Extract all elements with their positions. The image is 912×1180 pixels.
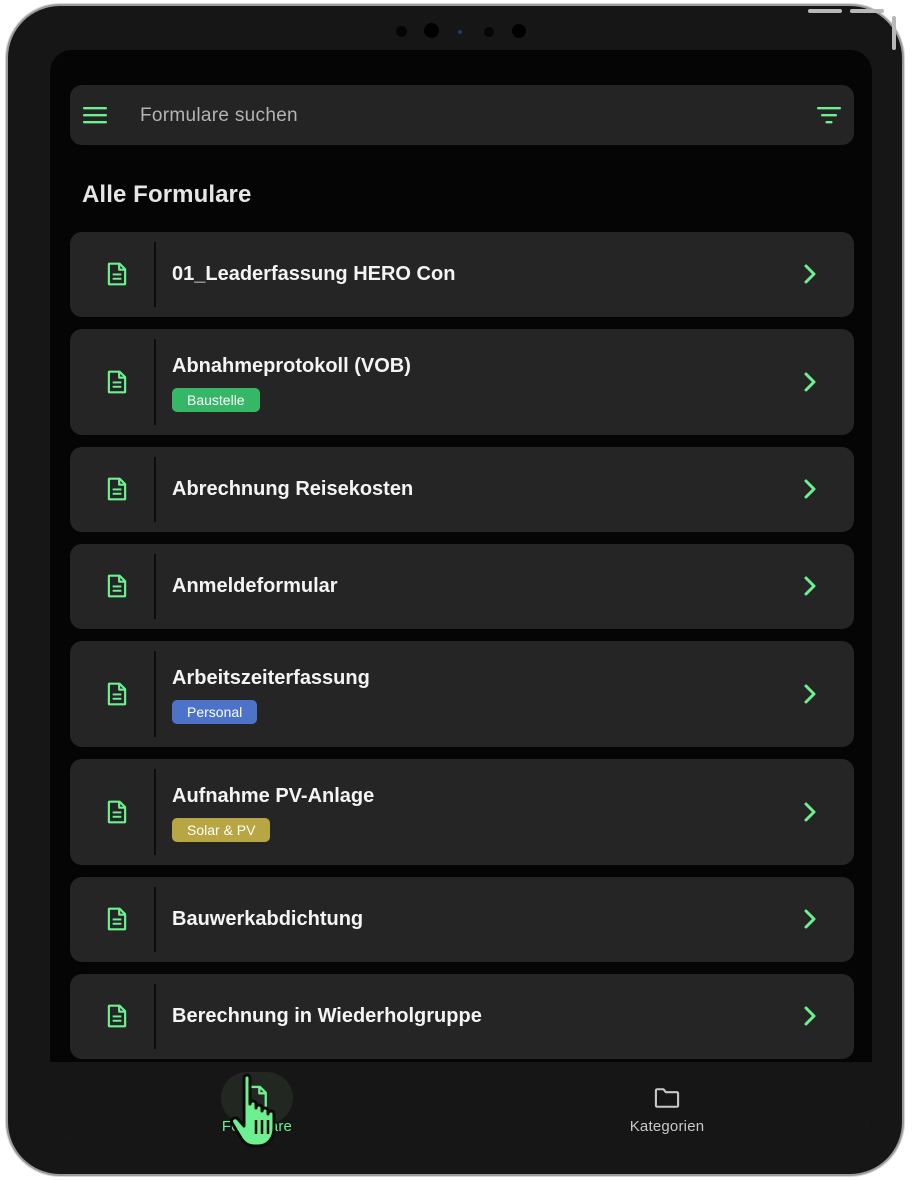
search-input[interactable] bbox=[138, 100, 742, 132]
form-title: Aufnahme PV-Anlage bbox=[172, 785, 375, 807]
document-icon bbox=[107, 370, 127, 394]
nav-label: Kategorien bbox=[629, 1118, 705, 1135]
device-button bbox=[850, 9, 884, 13]
divider bbox=[154, 457, 156, 522]
document-icon bbox=[107, 477, 127, 501]
filter-icon[interactable] bbox=[816, 103, 842, 127]
form-list-item[interactable]: Arbeitszeiterfassung Personal bbox=[70, 641, 854, 747]
document-icon bbox=[107, 262, 127, 286]
document-icon bbox=[107, 800, 127, 824]
document-icon bbox=[107, 574, 127, 598]
folder-icon bbox=[654, 1088, 680, 1108]
chevron-right-icon bbox=[804, 802, 816, 822]
form-list-item[interactable]: Abnahmeprotokoll (VOB) Baustelle bbox=[70, 329, 854, 435]
tablet-frame: Alle Formulare 01_Leaderfassung HERO Con bbox=[8, 6, 902, 1174]
nav-item-kategorien[interactable]: Kategorien bbox=[567, 1072, 767, 1142]
form-title: Berechnung in Wiederholgruppe bbox=[172, 1005, 482, 1027]
category-tag: Baustelle bbox=[172, 388, 260, 412]
form-list-item[interactable]: Anmeldeformular bbox=[70, 544, 854, 629]
form-list: 01_Leaderfassung HERO Con Abnahmeprotoko… bbox=[70, 232, 854, 1071]
form-title: Anmeldeformular bbox=[172, 575, 338, 597]
form-title: Arbeitszeiterfassung bbox=[172, 667, 370, 689]
chevron-right-icon bbox=[804, 684, 816, 704]
document-icon bbox=[107, 1004, 127, 1028]
chevron-right-icon bbox=[804, 264, 816, 284]
divider bbox=[154, 887, 156, 952]
nav-label: Formulare bbox=[221, 1118, 293, 1135]
divider bbox=[154, 554, 156, 619]
nav-item-formulare[interactable]: Formulare bbox=[157, 1072, 357, 1142]
chevron-right-icon bbox=[804, 479, 816, 499]
divider bbox=[154, 242, 156, 307]
device-button bbox=[808, 9, 842, 13]
document-icon bbox=[107, 682, 127, 706]
form-list-item[interactable]: Berechnung in Wiederholgruppe bbox=[70, 974, 854, 1059]
form-list-item[interactable]: 01_Leaderfassung HERO Con bbox=[70, 232, 854, 317]
category-tag: Personal bbox=[172, 700, 258, 724]
form-title: Abrechnung Reisekosten bbox=[172, 478, 414, 500]
divider bbox=[154, 769, 156, 855]
page-title: Alle Formulare bbox=[82, 181, 252, 208]
chevron-right-icon bbox=[804, 372, 816, 392]
form-list-item[interactable]: Bauwerkabdichtung bbox=[70, 877, 854, 962]
camera-sensors bbox=[396, 22, 532, 42]
document-icon bbox=[107, 907, 127, 931]
divider bbox=[154, 984, 156, 1049]
category-tag: Solar & PV bbox=[172, 818, 271, 842]
form-title: Abnahmeprotokoll (VOB) bbox=[172, 355, 411, 377]
device-button bbox=[892, 16, 896, 50]
form-title: 01_Leaderfassung HERO Con bbox=[172, 263, 456, 285]
bottom-navigation: Formulare Kategorien bbox=[50, 1062, 872, 1144]
search-bar bbox=[70, 85, 854, 145]
form-list-item[interactable]: Aufnahme PV-Anlage Solar & PV bbox=[70, 759, 854, 865]
chevron-right-icon bbox=[804, 909, 816, 929]
form-title: Bauwerkabdichtung bbox=[172, 908, 364, 930]
menu-icon[interactable] bbox=[83, 103, 107, 127]
document-icon bbox=[247, 1085, 267, 1111]
divider bbox=[154, 651, 156, 737]
chevron-right-icon bbox=[804, 1006, 816, 1026]
divider bbox=[154, 339, 156, 425]
app-screen: Alle Formulare 01_Leaderfassung HERO Con bbox=[50, 50, 872, 1144]
form-list-item[interactable]: Abrechnung Reisekosten bbox=[70, 447, 854, 532]
chevron-right-icon bbox=[804, 576, 816, 596]
